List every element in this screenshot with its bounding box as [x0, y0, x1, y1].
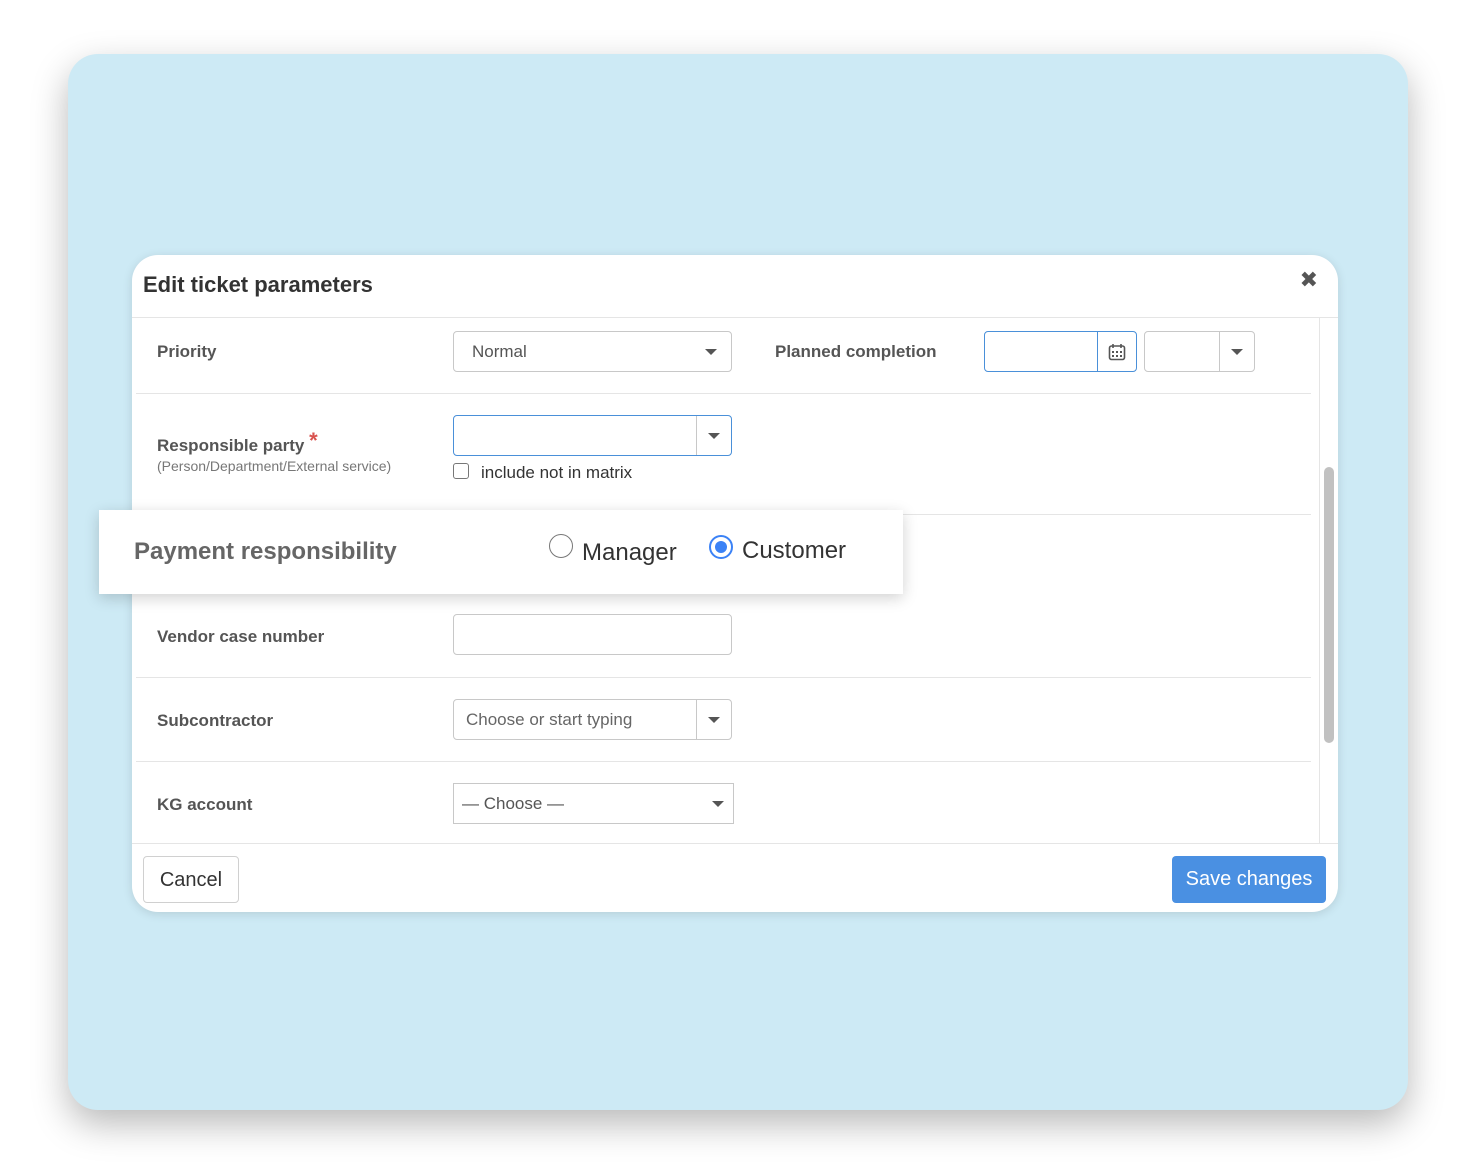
chevron-down-icon — [1231, 349, 1243, 355]
modal-title: Edit ticket parameters — [143, 272, 373, 297]
responsible-party-input[interactable] — [453, 415, 732, 456]
modal-header: Edit ticket parameters ✖ — [132, 255, 1338, 318]
scrollbar-thumb[interactable] — [1324, 467, 1334, 743]
vendor-case-number-label: Vendor case number — [157, 627, 325, 646]
responsible-party-hint: (Person/Department/External service) — [157, 458, 392, 474]
subcontractor-placeholder: Choose or start typing — [466, 710, 633, 729]
responsible-party-label: Responsible party * — [157, 428, 318, 457]
radio-selected-dot — [715, 541, 727, 553]
chevron-down-icon — [712, 801, 724, 807]
planned-completion-date-input[interactable] — [984, 331, 1137, 372]
payment-responsibility-label: Payment responsibility — [134, 538, 397, 565]
chevron-down-icon — [708, 717, 720, 723]
responsible-party-row: Responsible party * (Person/Department/E… — [136, 394, 1311, 515]
radio-manager-label[interactable]: Manager — [582, 539, 677, 567]
chevron-down-icon — [705, 349, 717, 355]
close-icon[interactable]: ✖ — [1300, 267, 1318, 293]
subcontractor-dropdown-toggle[interactable] — [696, 700, 731, 739]
kg-account-row: KG account — Choose — — [136, 762, 1311, 843]
calendar-icon — [1108, 344, 1126, 361]
planned-completion-label: Planned completion — [775, 342, 937, 361]
modal-footer: Cancel Save changes — [132, 843, 1338, 912]
scrollbar[interactable] — [1319, 317, 1338, 843]
radio-customer-label[interactable]: Customer — [742, 537, 846, 565]
subcontractor-row: Subcontractor Choose or start typing — [136, 678, 1311, 762]
subcontractor-label: Subcontractor — [157, 711, 274, 730]
responsible-party-dropdown-toggle[interactable] — [696, 416, 731, 455]
save-changes-button[interactable]: Save changes — [1172, 856, 1326, 903]
calendar-button[interactable] — [1097, 332, 1136, 371]
checkbox-box[interactable] — [453, 463, 469, 479]
chevron-down-icon — [708, 433, 720, 439]
priority-label: Priority — [157, 342, 217, 361]
radio-manager[interactable] — [549, 534, 573, 558]
required-marker: * — [309, 428, 318, 453]
include-not-in-matrix-label: include not in matrix — [481, 463, 633, 482]
planned-completion-time-select[interactable] — [1144, 331, 1255, 372]
time-dropdown-toggle[interactable] — [1219, 332, 1254, 371]
vendor-case-number-input[interactable] — [453, 614, 732, 655]
responsible-party-label-text: Responsible party — [157, 436, 305, 455]
kg-account-select[interactable]: — Choose — — [453, 783, 734, 824]
radio-customer[interactable] — [709, 535, 733, 559]
subcontractor-input[interactable]: Choose or start typing — [453, 699, 732, 740]
payment-responsibility-callout: Payment responsibility Manager Customer — [99, 510, 903, 594]
priority-value: Normal — [472, 342, 527, 361]
priority-row: Priority Normal Planned completion — [136, 317, 1311, 394]
kg-account-label: KG account — [157, 795, 253, 814]
cancel-button[interactable]: Cancel — [143, 856, 239, 903]
kg-account-value: — Choose — — [462, 794, 565, 813]
priority-select[interactable]: Normal — [453, 331, 732, 372]
